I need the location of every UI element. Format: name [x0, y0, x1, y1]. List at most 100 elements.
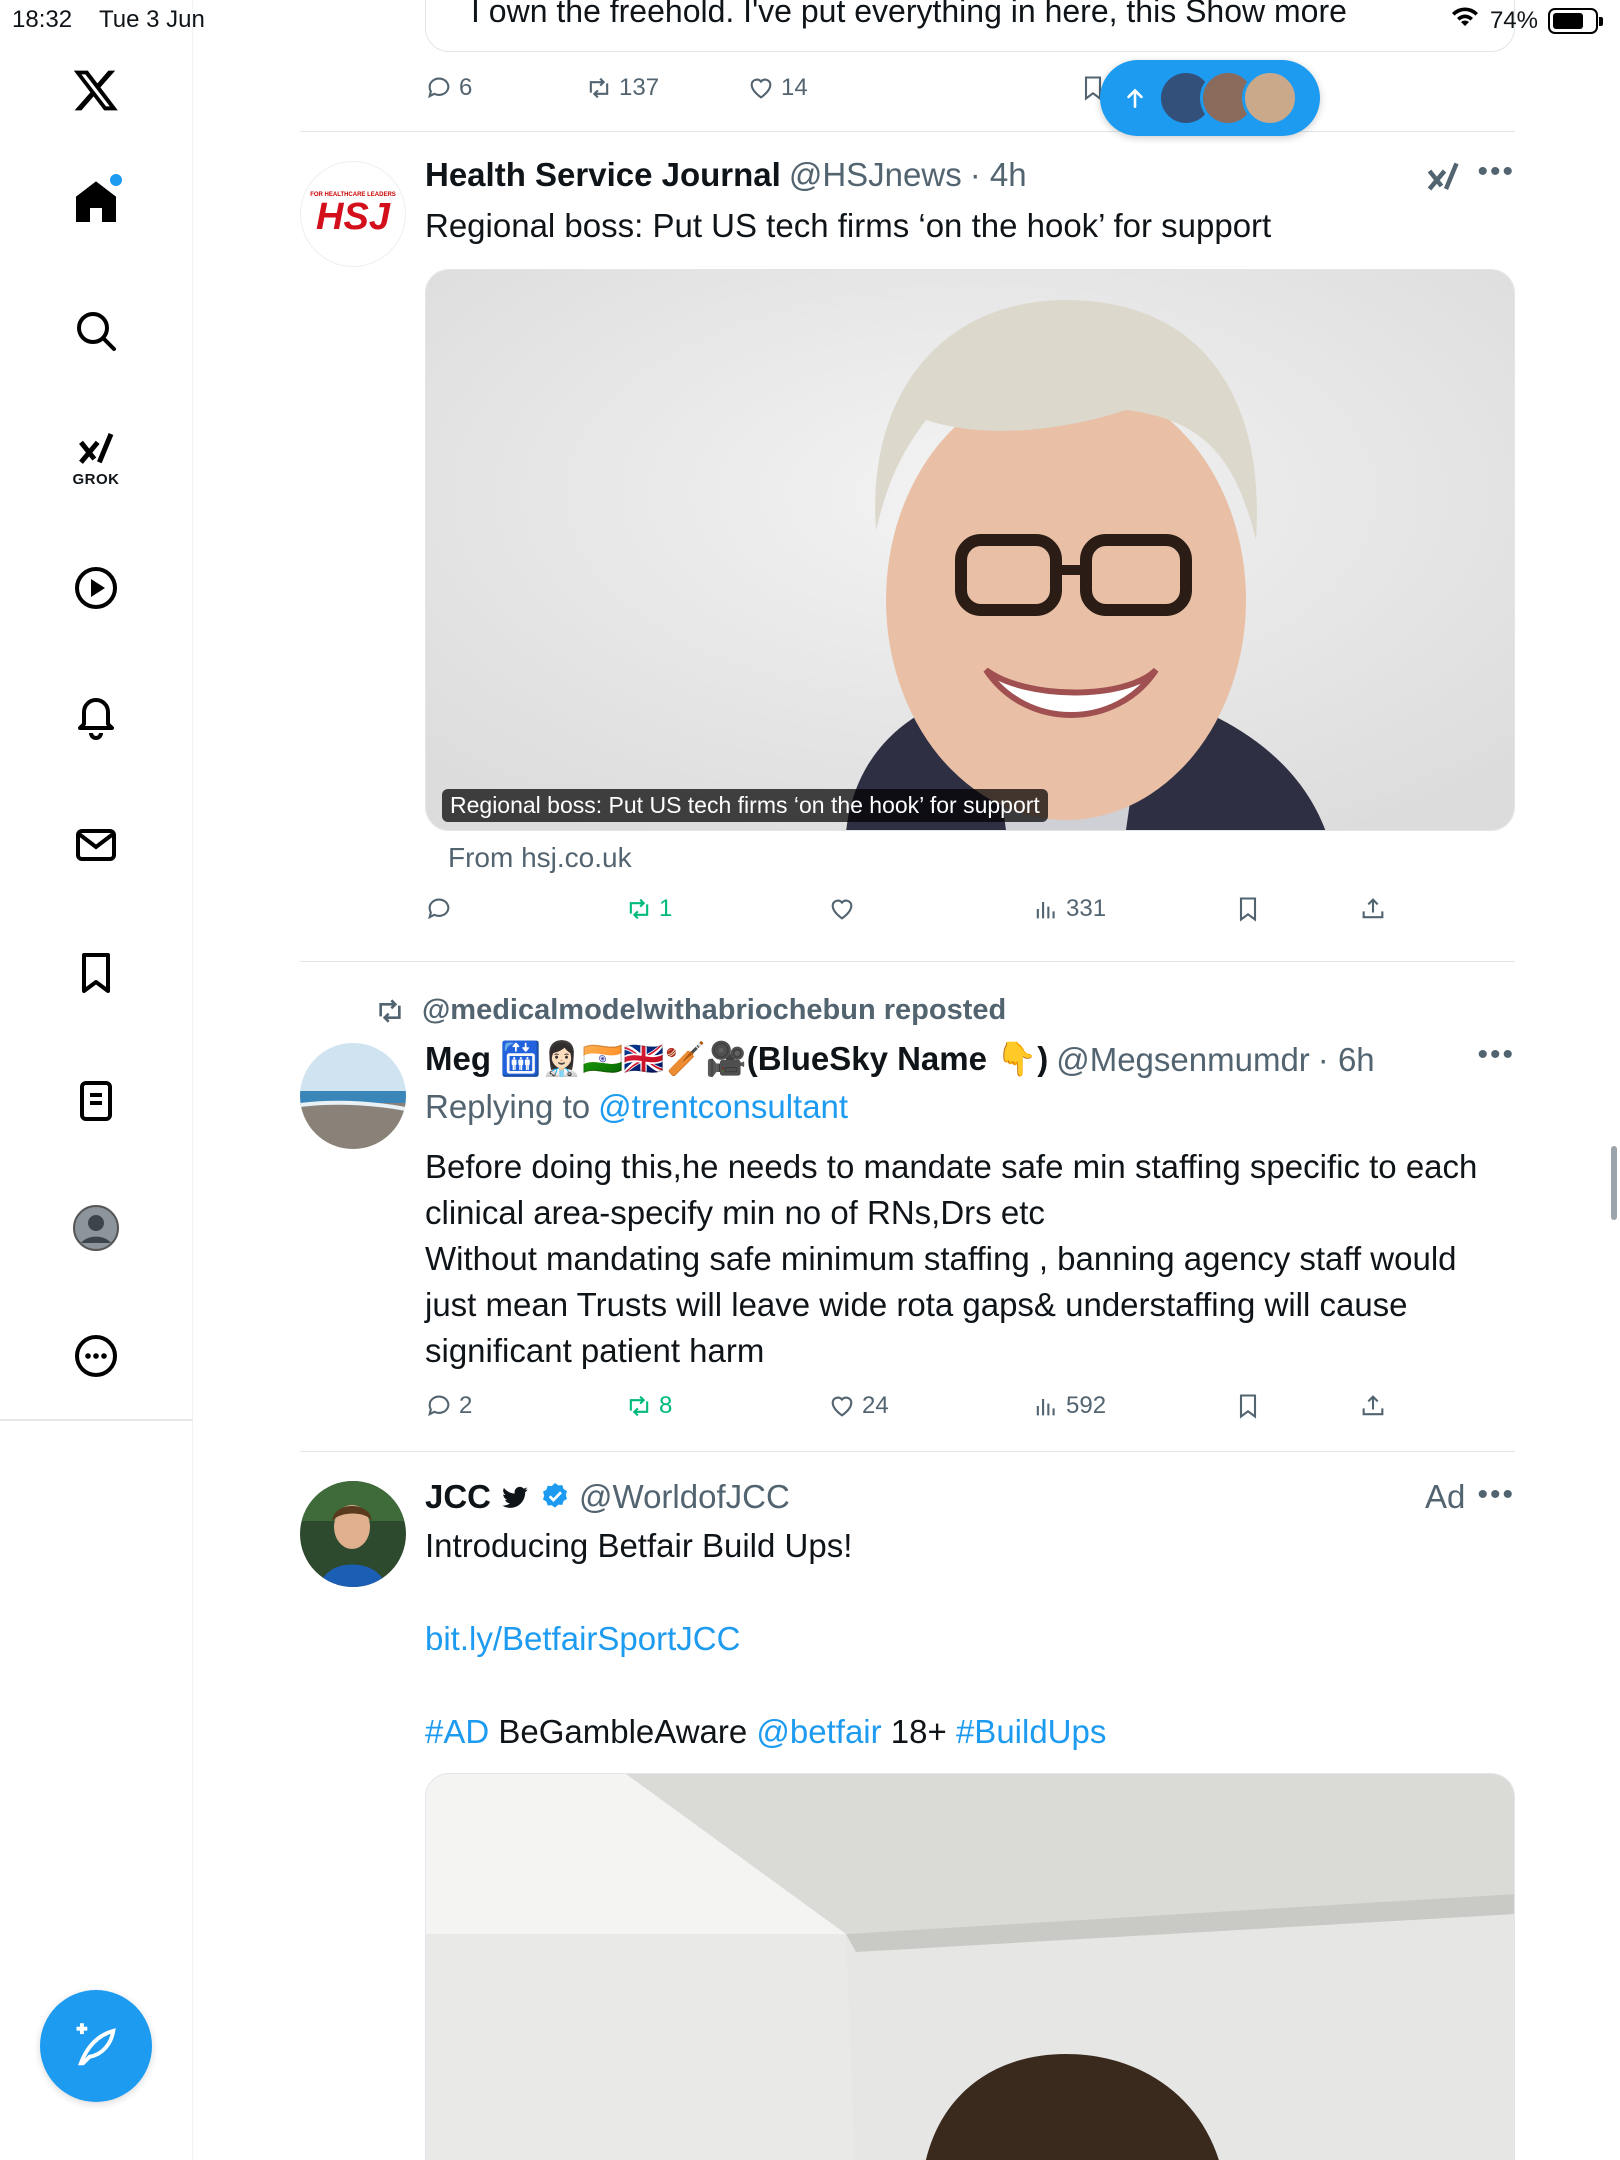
new-posts-pill[interactable]	[1100, 60, 1320, 136]
views-button[interactable]: 331	[1032, 895, 1106, 923]
battery-percent: 74%	[1489, 6, 1538, 34]
notification-dot	[110, 174, 122, 186]
messages-envelope-icon[interactable]	[56, 805, 136, 885]
grok-icon[interactable]: GROK	[56, 418, 136, 498]
ad-video[interactable]	[425, 1773, 1515, 2160]
link-card-image[interactable]: Regional boss: Put US tech firms ‘on the…	[425, 269, 1515, 831]
repost-button[interactable]: 137	[585, 74, 659, 102]
reply-button[interactable]	[425, 895, 459, 923]
wifi-icon	[1450, 5, 1480, 36]
repost-count: 8	[659, 1392, 673, 1419]
tweet-text: Regional boss: Put US tech firms ‘on the…	[425, 207, 1272, 244]
author-handle[interactable]: @WorldofJCC	[579, 1478, 790, 1516]
tweet-time[interactable]: · 4h	[970, 156, 1027, 194]
reply-icon	[428, 898, 450, 920]
author-handle[interactable]: @Megsenmumdr	[1056, 1041, 1310, 1079]
tweet-actions: 1 331	[425, 895, 1425, 935]
tweet-text: Before doing this,he needs to mandate sa…	[425, 1148, 1478, 1369]
hashtag-ad[interactable]: #AD	[425, 1713, 489, 1750]
reposted-icon	[379, 998, 401, 1023]
status-time: 18:32	[12, 6, 73, 33]
x-logo-icon[interactable]	[56, 50, 136, 130]
repost-button[interactable]: 1	[625, 895, 672, 923]
bookmark-icon	[1239, 1394, 1257, 1419]
repost-count: 137	[619, 74, 660, 101]
author-name[interactable]: Meg 🛗👩🏻‍⚕️🇮🇳🇬🇧🏏🎥(BlueSky Name 👇)	[425, 1040, 1048, 1079]
like-button[interactable]	[828, 895, 862, 923]
profile-avatar-icon[interactable]	[56, 1188, 136, 1268]
tweet-header: Health Service Journal @HSJnews · 4h	[425, 156, 1027, 194]
verified-badge-icon[interactable]	[539, 1481, 571, 1513]
share-button[interactable]	[1359, 895, 1387, 923]
search-icon[interactable]	[56, 291, 136, 371]
share-button[interactable]	[1359, 1392, 1387, 1420]
repost-button[interactable]: 8	[625, 1392, 672, 1420]
separator	[300, 131, 1515, 132]
begambleaware-text: BeGambleAware	[498, 1713, 748, 1750]
sidebar: GROK	[0, 0, 193, 2160]
hashtag-buildups[interactable]: #BuildUps	[956, 1713, 1106, 1750]
bookmark-button[interactable]	[1234, 895, 1262, 923]
views-button[interactable]: 592	[1032, 1392, 1106, 1420]
tweet-more-icon[interactable]: •••	[1477, 1478, 1515, 1512]
ad-hashtags-line: #AD BeGambleAware @betfair 18+ #BuildUps	[425, 1709, 1515, 1755]
tweet-time[interactable]: · 6h	[1318, 1041, 1375, 1079]
bookmarks-icon[interactable]	[56, 933, 136, 1013]
like-button[interactable]: 24	[828, 1392, 889, 1420]
compose-feather-icon	[76, 2023, 116, 2066]
arrow-up-icon	[1127, 88, 1143, 108]
video-icon[interactable]	[56, 548, 136, 628]
like-count: 24	[862, 1392, 889, 1419]
timeline-feed: I own the freehold. I've put everything …	[300, 0, 1515, 2160]
ad-link[interactable]: bit.ly/BetfairSportJCC	[425, 1616, 740, 1662]
ad-label: Ad	[1425, 1478, 1466, 1515]
lists-icon[interactable]	[56, 1061, 136, 1141]
home-icon[interactable]	[56, 162, 136, 242]
repost-icon	[629, 1395, 649, 1417]
jcc-avatar[interactable]	[300, 1481, 406, 1587]
notifications-bell-icon[interactable]	[56, 676, 136, 756]
meg-avatar[interactable]	[300, 1043, 406, 1149]
reply-button[interactable]: 2	[425, 1392, 472, 1420]
tweet-more-icon[interactable]: •••	[1477, 155, 1515, 189]
hsj-avatar[interactable]: FOR HEALTHCARE LEADERS HSJ	[300, 161, 406, 267]
replying-to-handle[interactable]: @trentconsultant	[598, 1088, 848, 1126]
heart-icon	[750, 78, 772, 99]
replying-to-row: Replying to @trentconsultant	[425, 1088, 848, 1126]
views-count: 331	[1066, 895, 1107, 922]
reply-button[interactable]: 6	[425, 74, 472, 102]
share-icon	[1362, 1395, 1384, 1416]
reposted-by[interactable]: @medicalmodelwithabriochebun reposted	[422, 994, 1006, 1027]
more-options-icon[interactable]	[56, 1316, 136, 1396]
twitter-bird-icon	[502, 1486, 528, 1508]
compose-button[interactable]	[40, 1990, 152, 2102]
like-button[interactable]: 14	[747, 74, 808, 102]
status-right: 74%	[1450, 5, 1603, 36]
grok-analyze-icon[interactable]	[1425, 158, 1461, 201]
person-photo	[300, 1481, 406, 1587]
card-source[interactable]: From hsj.co.uk	[448, 842, 632, 874]
grok-label: GROK	[72, 470, 120, 488]
separator	[300, 961, 1515, 962]
pill-avatar-3	[1242, 70, 1298, 126]
heart-icon	[831, 1396, 853, 1417]
author-name[interactable]: Health Service Journal	[425, 156, 781, 194]
author-handle[interactable]: @HSJnews	[789, 156, 962, 194]
heart-icon	[831, 899, 853, 920]
replying-to-prefix: Replying to	[425, 1088, 591, 1125]
portrait-photo	[426, 270, 1514, 830]
mention-betfair[interactable]: @betfair	[756, 1713, 881, 1750]
bookmark-button[interactable]	[1234, 1392, 1262, 1420]
hsj-avatar-logo: HSJ	[316, 196, 390, 238]
sidebar-divider	[0, 1419, 193, 1421]
status-bar: 18:32 Tue 3 Jun 74%	[0, 0, 1620, 40]
tweet-more-icon[interactable]: •••	[1477, 1038, 1515, 1072]
tweet-text: Introducing Betfair Build Ups!	[425, 1527, 853, 1564]
reply-icon	[428, 77, 450, 99]
scroll-indicator[interactable]	[1611, 1146, 1617, 1220]
reply-count: 6	[459, 74, 473, 101]
ad-video-frame	[426, 1774, 1514, 2160]
reply-count: 2	[459, 1392, 473, 1419]
author-name[interactable]: JCC	[425, 1478, 491, 1516]
views-chart-icon	[1036, 902, 1055, 919]
